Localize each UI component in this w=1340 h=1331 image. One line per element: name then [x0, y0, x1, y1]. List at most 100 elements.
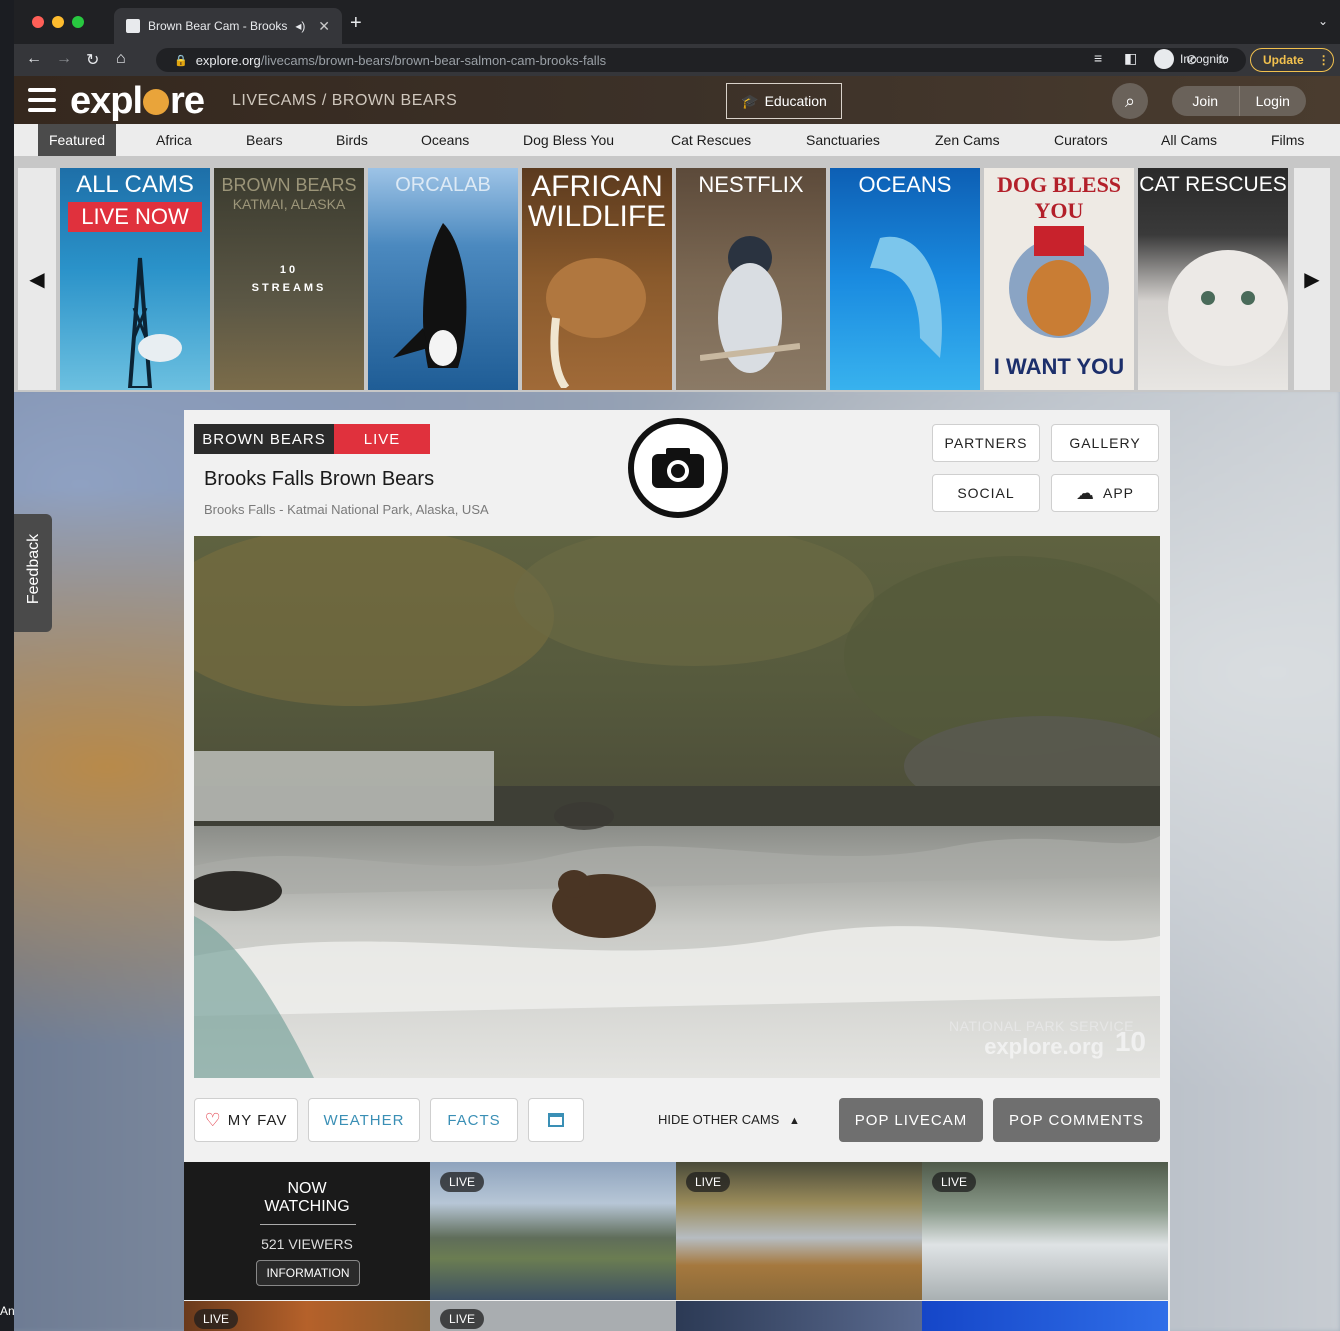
- live-video[interactable]: NATIONAL PARK SERVICE explore.org 10: [194, 536, 1160, 1078]
- side-panel-icon[interactable]: ◧: [1124, 50, 1137, 67]
- nav-item-cat-rescues[interactable]: Cat Rescues: [671, 132, 751, 148]
- nav-item-birds[interactable]: Birds: [336, 132, 368, 148]
- tile-nestflix[interactable]: NESTFLIX: [676, 168, 826, 390]
- join-button[interactable]: Join: [1172, 86, 1239, 116]
- app-button[interactable]: ☁ APP: [1051, 474, 1159, 512]
- feedback-label: Feedback: [25, 533, 42, 605]
- minimize-window-button[interactable]: [52, 16, 64, 28]
- nav-item-oceans[interactable]: Oceans: [421, 132, 469, 148]
- close-window-button[interactable]: [32, 16, 44, 28]
- address-bar[interactable]: 🔒 explore.org /livecams/brown-bears/brow…: [156, 48, 1246, 72]
- nav-item-films[interactable]: Films: [1271, 132, 1304, 148]
- tile-brown-bears[interactable]: BROWN BEARS KATMAI, ALASKA 10 STREAMS: [214, 168, 364, 390]
- tile-title: NESTFLIX: [698, 172, 804, 197]
- incognito-label: Incognito: [1180, 52, 1229, 66]
- back-icon[interactable]: ←: [26, 50, 42, 68]
- forward-icon[interactable]: →: [56, 50, 72, 68]
- live-tag: LIVE: [686, 1172, 731, 1192]
- maximize-window-button[interactable]: [72, 16, 84, 28]
- my-fav-label: MY FAV: [227, 1111, 288, 1129]
- information-button[interactable]: INFORMATION: [256, 1260, 360, 1286]
- streams-label: STREAMS: [251, 282, 327, 294]
- nav-item-bears[interactable]: Bears: [246, 132, 283, 148]
- elephant-image: [546, 258, 646, 388]
- divider: [260, 1224, 356, 1225]
- live-tag: LIVE: [932, 1172, 977, 1192]
- hide-other-cams-toggle[interactable]: HIDE OTHER CAMS ▲: [658, 1112, 800, 1127]
- bear-falls-video-frame: [194, 536, 1160, 1078]
- nav-item-zen-cams[interactable]: Zen Cams: [935, 132, 1000, 148]
- category-badge[interactable]: BROWN BEARS: [194, 424, 334, 454]
- cam-thumbnail[interactable]: [676, 1301, 922, 1331]
- kitten-image: [1168, 250, 1288, 366]
- search-icon[interactable]: ⌕: [1112, 83, 1148, 119]
- pop-comments-button[interactable]: POP COMMENTS: [993, 1098, 1160, 1142]
- tile-orcalab[interactable]: ORCALAB: [368, 168, 518, 390]
- tab-favicon-icon: [126, 19, 140, 33]
- tile-subtitle: KATMAI, ALASKA: [232, 196, 346, 212]
- tile-all-cams[interactable]: ALL CAMS LIVE NOW: [60, 168, 210, 390]
- window-edge: [0, 0, 14, 1331]
- incognito-icon: [1154, 49, 1174, 69]
- cam-thumbnail[interactable]: [922, 1301, 1168, 1331]
- education-button[interactable]: 🎓 Education: [726, 83, 842, 119]
- corner-text: An: [0, 1304, 15, 1318]
- gallery-button[interactable]: GALLERY: [1051, 424, 1159, 462]
- carousel-prev-icon[interactable]: ◀: [18, 168, 56, 390]
- graduation-cap-icon: 🎓: [741, 92, 759, 109]
- pop-livecam-button[interactable]: POP LIVECAM: [839, 1098, 983, 1142]
- incognito-indicator[interactable]: Incognito: [1154, 49, 1229, 69]
- calendar-button[interactable]: [528, 1098, 584, 1142]
- cam-number-watermark: 10: [1114, 1026, 1146, 1057]
- cam-thumbnail[interactable]: LIVE: [184, 1301, 430, 1331]
- reload-icon[interactable]: ↻: [86, 50, 99, 70]
- tab-search-chevron-icon[interactable]: ⌄: [1318, 14, 1328, 28]
- snapshot-camera-button[interactable]: [628, 418, 728, 518]
- home-icon[interactable]: ⌂: [116, 50, 126, 68]
- nav-item-curators[interactable]: Curators: [1054, 132, 1108, 148]
- social-button[interactable]: SOCIAL: [932, 474, 1040, 512]
- app-label: APP: [1102, 485, 1134, 501]
- cam-thumbnail[interactable]: LIVE: [430, 1301, 676, 1331]
- carousel-next-icon[interactable]: ▶: [1294, 168, 1330, 390]
- reading-list-icon[interactable]: ≡: [1094, 50, 1102, 66]
- viewer-count: 521 VIEWERS: [261, 1236, 353, 1252]
- tile-title: ALL CAMS: [76, 171, 194, 198]
- cam-thumbnail[interactable]: LIVE: [922, 1162, 1168, 1300]
- update-button[interactable]: Update ⋮: [1250, 48, 1334, 72]
- cam-thumbnail[interactable]: LIVE: [430, 1162, 676, 1300]
- nav-item-featured[interactable]: Featured: [38, 124, 116, 156]
- feedback-tab[interactable]: Feedback: [14, 514, 52, 632]
- audio-icon[interactable]: ◂): [295, 19, 305, 33]
- breadcrumb[interactable]: LIVECAMS / BROWN BEARS: [232, 92, 457, 110]
- close-tab-icon[interactable]: ✕: [318, 18, 330, 35]
- explore-logo[interactable]: expl re: [70, 80, 205, 123]
- nav-item-sanctuaries[interactable]: Sanctuaries: [806, 132, 880, 148]
- my-fav-button[interactable]: ♡ MY FAV: [194, 1098, 298, 1142]
- hamburger-menu-icon[interactable]: [28, 88, 56, 112]
- url-path: /livecams/brown-bears/brown-bear-salmon-…: [260, 52, 607, 68]
- nav-item-dog-bless-you[interactable]: Dog Bless You: [523, 132, 614, 148]
- tile-footer: I WANT YOU: [993, 354, 1125, 379]
- weather-button[interactable]: WEATHER: [308, 1098, 420, 1142]
- cam-title: Brooks Falls Brown Bears: [204, 468, 435, 490]
- falcon-image: [700, 236, 800, 373]
- cam-thumbnail[interactable]: LIVE: [676, 1162, 922, 1300]
- nav-item-all-cams[interactable]: All Cams: [1161, 132, 1217, 148]
- tile-cat-rescues[interactable]: CAT RESCUES: [1138, 168, 1288, 390]
- browser-tab-bar: Brown Bear Cam - Brooks ◂) ✕ + ⌄: [14, 0, 1340, 44]
- nps-watermark: NATIONAL PARK SERVICE: [948, 1018, 1134, 1034]
- tile-african-wildlife[interactable]: AFRICAN WILDLIFE: [522, 168, 672, 390]
- tile-oceans[interactable]: OCEANS: [830, 168, 980, 390]
- facts-button[interactable]: FACTS: [430, 1098, 518, 1142]
- partners-button[interactable]: PARTNERS: [932, 424, 1040, 462]
- login-button[interactable]: Login: [1238, 86, 1307, 116]
- education-label: Education: [764, 93, 827, 109]
- nav-item-africa[interactable]: Africa: [156, 132, 192, 148]
- live-tag: LIVE: [440, 1309, 485, 1329]
- new-tab-button[interactable]: +: [350, 12, 362, 35]
- tile-dog-bless-you[interactable]: DOG BLESS YOU I WANT YOU: [984, 168, 1134, 390]
- browser-tab[interactable]: Brown Bear Cam - Brooks ◂) ✕: [114, 8, 342, 44]
- now-label: NOW: [287, 1180, 327, 1197]
- tile-title: ORCALAB: [395, 174, 491, 196]
